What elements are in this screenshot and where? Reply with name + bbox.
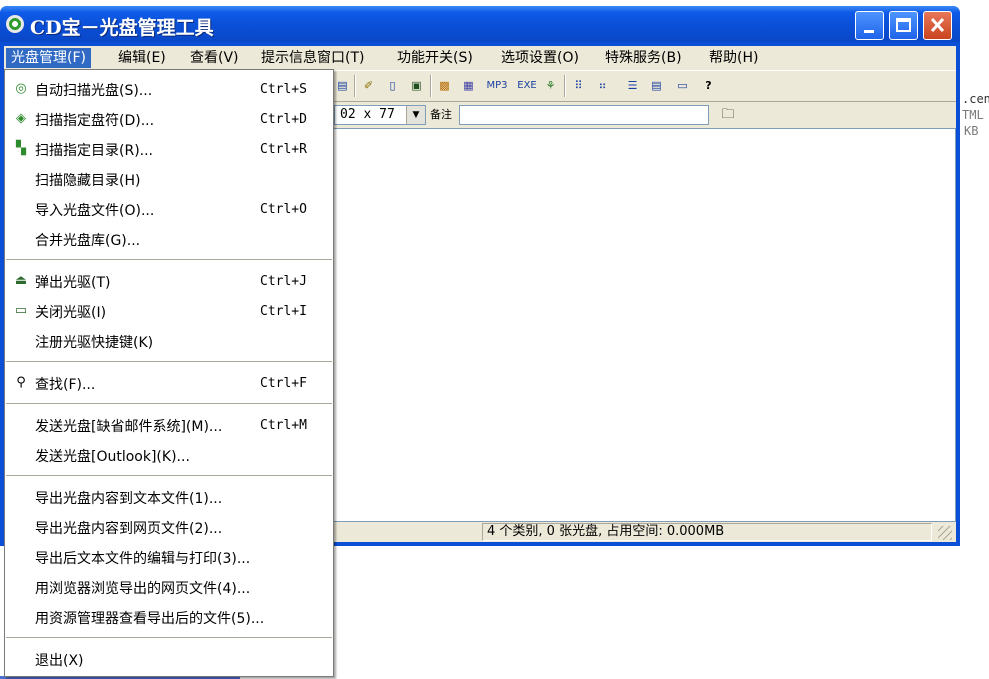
- background-text: KB: [964, 124, 979, 138]
- video-tool-icon[interactable]: ▦: [460, 77, 477, 94]
- drive-scan-icon: ◈: [16, 111, 26, 126]
- note-label: 备注: [430, 108, 452, 121]
- minimize-button[interactable]: [855, 11, 884, 40]
- background-text: TML: [962, 108, 984, 122]
- background-text: .cen: [962, 92, 989, 106]
- menu-feature-switch[interactable]: 功能开关(S): [392, 48, 478, 68]
- menu-bar: 光盘管理(F) 编辑(E) 查看(V) 提示信息窗口(T) 功能开关(S) 选项…: [4, 46, 956, 70]
- window-tool-icon[interactable]: ▭: [674, 77, 691, 94]
- small-icons-view-icon[interactable]: ⠿: [570, 77, 587, 94]
- menu-item-close-tray[interactable]: ▭ 关闭光驱(I) Ctrl+I: [6, 298, 332, 324]
- close-button[interactable]: [923, 11, 952, 40]
- help-icon[interactable]: ?: [700, 77, 717, 94]
- close-tray-icon: ▭: [14, 303, 28, 318]
- menu-edit[interactable]: 编辑(E): [113, 48, 171, 68]
- menu-item-exit[interactable]: 退出(X): [6, 646, 332, 672]
- large-icons-view-icon[interactable]: ⠶: [594, 77, 611, 94]
- document-tool-icon[interactable]: ▯: [384, 77, 401, 94]
- toolbar-separator: [564, 75, 566, 97]
- picture-tool-icon[interactable]: ▩: [436, 77, 453, 94]
- app-cd-icon[interactable]: [6, 15, 24, 33]
- disc-management-menu: ◎ 自动扫描光盘(S)... Ctrl+S ◈ 扫描指定盘符(D)... Ctr…: [4, 69, 334, 677]
- menu-item-scan-drive[interactable]: ◈ 扫描指定盘符(D)... Ctrl+D: [6, 106, 332, 132]
- size-combo[interactable]: 02 x 77 ▼: [334, 105, 426, 125]
- cd-scan-icon: ◎: [15, 81, 27, 96]
- pen-tool-icon[interactable]: ✐: [360, 77, 377, 94]
- menu-item-merge[interactable]: 合并光盘库(G)...: [6, 226, 332, 252]
- menu-disc-management[interactable]: 光盘管理(F): [6, 48, 91, 68]
- save-tool-icon[interactable]: ▣: [408, 77, 425, 94]
- menu-item-send-default-mail[interactable]: 发送光盘[缺省邮件系统](M)... Ctrl+M: [6, 412, 332, 438]
- menu-view[interactable]: 查看(V): [185, 48, 244, 68]
- menu-item-eject[interactable]: ⏏ 弹出光驱(T) Ctrl+J: [6, 268, 332, 294]
- details-view-icon[interactable]: ▤: [648, 77, 665, 94]
- menu-separator: [6, 361, 332, 362]
- mp3-icon[interactable]: MP3: [484, 77, 510, 94]
- menu-item-explorer-view[interactable]: 用资源管理器查看导出后的文件(5)...: [6, 604, 332, 630]
- chevron-down-icon[interactable]: ▼: [406, 106, 425, 124]
- menu-special-services[interactable]: 特殊服务(B): [600, 48, 687, 68]
- maximize-button[interactable]: [889, 11, 918, 40]
- menu-item-export-html[interactable]: 导出光盘内容到网页文件(2)...: [6, 514, 332, 540]
- list-view-icon[interactable]: ☰: [624, 77, 641, 94]
- menu-separator: [6, 403, 332, 404]
- toolbar-separator: [430, 75, 432, 97]
- folder-browse-icon[interactable]: 🗀: [718, 106, 738, 124]
- binoculars-icon: ⚲: [16, 375, 26, 390]
- maximize-icon: [896, 18, 911, 32]
- menu-tips-window[interactable]: 提示信息窗口(T): [256, 48, 369, 68]
- menu-separator: [6, 259, 332, 260]
- toolbar-separator: [354, 75, 356, 97]
- folder-scan-icon: ▚: [16, 141, 26, 156]
- menu-help[interactable]: 帮助(H): [704, 48, 763, 68]
- menu-item-find[interactable]: ⚲ 查找(F)... Ctrl+F: [6, 370, 332, 396]
- menu-separator: [6, 475, 332, 476]
- menu-item-scan-folder[interactable]: ▚ 扫描指定目录(R)... Ctrl+R: [6, 136, 332, 162]
- resize-grip-icon[interactable]: [938, 526, 952, 540]
- title-bar[interactable]: CD宝－光盘管理工具: [0, 6, 960, 42]
- menu-item-browse-html[interactable]: 用浏览器浏览导出的网页文件(4)...: [6, 574, 332, 600]
- minimize-icon: [864, 30, 874, 33]
- note-input[interactable]: [459, 105, 709, 125]
- status-text: 4 个类别, 0 张光盘, 占用空间: 0.000MB: [482, 523, 932, 541]
- window-title: CD宝－光盘管理工具: [30, 17, 214, 39]
- menu-item-auto-scan[interactable]: ◎ 自动扫描光盘(S)... Ctrl+S: [6, 76, 332, 102]
- exe-icon[interactable]: EXE: [514, 77, 540, 94]
- eject-icon: ⏏: [14, 273, 28, 288]
- menu-separator: [6, 637, 332, 638]
- menu-item-export-text[interactable]: 导出光盘内容到文本文件(1)...: [6, 484, 332, 510]
- tree-tool-icon[interactable]: ⚘: [542, 77, 559, 94]
- menu-item-register-hotkey[interactable]: 注册光驱快捷键(K): [6, 328, 332, 354]
- size-combo-value: 02 x 77: [340, 107, 395, 122]
- menu-item-scan-hidden[interactable]: 扫描隐藏目录(H): [6, 166, 332, 192]
- menu-item-send-outlook[interactable]: 发送光盘[Outlook](K)...: [6, 442, 332, 468]
- menu-item-edit-print[interactable]: 导出后文本文件的编辑与打印(3)...: [6, 544, 332, 570]
- menu-item-import[interactable]: 导入光盘文件(O)... Ctrl+O: [6, 196, 332, 222]
- background-window: .cen TML KB: [960, 56, 989, 679]
- close-icon: [930, 17, 945, 33]
- list-tool-icon[interactable]: ▤: [334, 77, 351, 94]
- menu-options[interactable]: 选项设置(O): [496, 48, 584, 68]
